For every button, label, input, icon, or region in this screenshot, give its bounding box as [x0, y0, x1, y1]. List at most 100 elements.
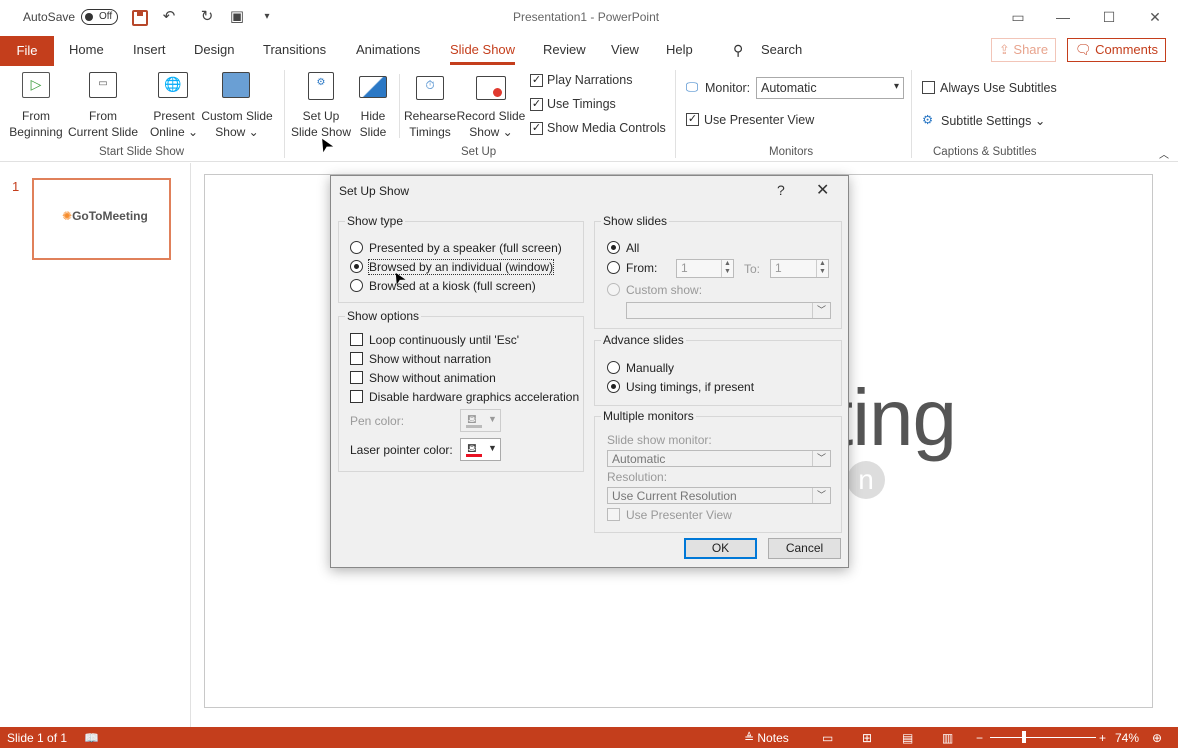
- slide-sorter-icon[interactable]: ⊞: [862, 731, 872, 745]
- minimize-icon[interactable]: —: [1052, 6, 1074, 28]
- disable-hw-acceleration-label: Disable hardware graphics acceleration: [369, 390, 580, 404]
- multiple-monitors-legend: Multiple monitors: [601, 409, 696, 423]
- present-online-button[interactable]: 🌐 Present Online ⌄: [146, 70, 202, 142]
- dialog-presenter-view-label: Use Presenter View: [626, 508, 732, 522]
- tell-me-search[interactable]: Search: [761, 42, 802, 57]
- ribbon-tabs: File Home Insert Design Transitions Anim…: [0, 34, 1178, 66]
- advance-slides-group: Advance slides Manually Using timings, i…: [594, 333, 842, 406]
- from-beginning-label-1: From: [22, 109, 50, 123]
- setup-label-1: Set Up: [302, 109, 340, 123]
- show-without-narration-checkbox[interactable]: [350, 352, 363, 365]
- from-current-slide-button[interactable]: ▭ From Current Slide: [66, 70, 140, 142]
- share-label: Share: [1013, 42, 1049, 57]
- from-beginning-button[interactable]: ▷ From Beginning: [4, 70, 68, 142]
- laser-pointer-color-button[interactable]: ⛾ ▼: [460, 438, 501, 461]
- tab-design[interactable]: Design: [194, 42, 234, 57]
- show-type-legend: Show type: [345, 214, 406, 228]
- zoom-slider-thumb[interactable]: [1022, 731, 1026, 743]
- always-use-subtitles-label: Always Use Subtitles: [940, 81, 1057, 95]
- accessibility-icon[interactable]: 📖: [84, 731, 99, 745]
- share-button[interactable]: ⇪ Share: [991, 38, 1056, 62]
- tab-home[interactable]: Home: [69, 42, 104, 57]
- set-up-slide-show-button[interactable]: ⚙ Set Up Slide Show: [290, 70, 352, 142]
- all-slides-label: All: [626, 241, 640, 255]
- zoom-in-icon[interactable]: +: [1099, 731, 1106, 745]
- slide-logo-text: ting: [831, 373, 957, 462]
- tab-insert[interactable]: Insert: [133, 42, 166, 57]
- autosave-toggle[interactable]: Off: [81, 9, 118, 25]
- radio-custom-show: [607, 283, 620, 296]
- radio-browsed-at-kiosk[interactable]: [350, 279, 363, 292]
- zoom-out-icon[interactable]: −: [976, 731, 983, 745]
- tab-slide-show[interactable]: Slide Show: [450, 42, 516, 65]
- tab-view[interactable]: View: [611, 42, 639, 57]
- gotomeeting-gear-icon: ✺: [62, 209, 73, 223]
- radio-browsed-by-individual[interactable]: [350, 260, 363, 273]
- radio-from-slide[interactable]: [607, 261, 620, 274]
- manually-label: Manually: [626, 361, 675, 375]
- slide-show-monitor-select: Automatic ﹀: [607, 450, 831, 467]
- subtitle-settings-button[interactable]: Subtitle Settings ⌄: [941, 113, 1045, 128]
- loop-continuously-checkbox[interactable]: [350, 333, 363, 346]
- present-online-label-1: Present: [153, 109, 195, 123]
- from-label: From:: [626, 261, 658, 275]
- zoom-level[interactable]: 74%: [1115, 731, 1139, 745]
- notes-button[interactable]: ≜ Notes: [744, 731, 789, 745]
- custom-slide-show-button[interactable]: Custom Slide Show ⌄: [200, 70, 274, 142]
- present-online-label-2: Online ⌄: [149, 125, 199, 139]
- cancel-button[interactable]: Cancel: [768, 538, 841, 559]
- rehearse-timings-button[interactable]: ⏱ Rehearse Timings: [402, 70, 458, 142]
- normal-view-icon[interactable]: ▭: [822, 731, 833, 745]
- tab-help[interactable]: Help: [666, 42, 693, 57]
- radio-using-timings[interactable]: [607, 380, 620, 393]
- disable-hw-acceleration-checkbox[interactable]: [350, 390, 363, 403]
- using-timings-label: Using timings, if present: [626, 380, 755, 394]
- chevron-down-icon: ▼: [488, 443, 497, 453]
- tab-review[interactable]: Review: [543, 42, 586, 57]
- use-presenter-view-checkbox[interactable]: ✓: [686, 113, 699, 126]
- title-bar: AutoSave Off ↶ ↻ ▣ ▾ Presentation1 - Pow…: [0, 0, 1178, 34]
- to-slide-spinner: 1 ▲ ▼: [770, 259, 829, 278]
- radio-manually[interactable]: [607, 361, 620, 374]
- radio-all-slides[interactable]: [607, 241, 620, 254]
- start-from-beginning-icon[interactable]: ▣: [228, 8, 246, 26]
- monitors-group-label: Monitors: [769, 146, 814, 158]
- search-icon[interactable]: ⚲: [733, 42, 743, 59]
- slide-thumbnail[interactable]: ✺GoToMeeting: [32, 178, 171, 260]
- monitor-select[interactable]: Automatic ▾: [756, 77, 904, 99]
- collapse-ribbon-icon[interactable]: ︿: [1159, 146, 1169, 161]
- radio-presented-by-speaker[interactable]: [350, 241, 363, 254]
- comments-button[interactable]: 🗨 Comments: [1067, 38, 1166, 62]
- monitor-label: Monitor:: [705, 81, 751, 95]
- slide-logo-badge: n: [847, 461, 885, 499]
- tab-animations[interactable]: Animations: [356, 42, 420, 57]
- customize-qat-icon[interactable]: ▾: [258, 8, 276, 26]
- always-use-subtitles-checkbox[interactable]: [922, 81, 935, 94]
- tab-file[interactable]: File: [0, 36, 54, 66]
- use-timings-checkbox[interactable]: ✓: [530, 98, 543, 111]
- record-slide-show-button[interactable]: Record Slide Show ⌄: [456, 70, 526, 142]
- hide-slide-button[interactable]: Hide Slide: [352, 70, 394, 142]
- slide-number: 1: [12, 179, 20, 194]
- undo-icon[interactable]: ↶: [160, 8, 178, 26]
- help-icon[interactable]: ?: [777, 182, 785, 198]
- reading-view-icon[interactable]: ▤: [902, 731, 913, 745]
- zoom-slider-track[interactable]: [990, 737, 1096, 738]
- close-icon[interactable]: ✕: [816, 180, 829, 200]
- comments-label: Comments: [1095, 42, 1158, 57]
- fit-to-window-icon[interactable]: ⊕: [1152, 731, 1162, 745]
- slide-show-monitor-value: Automatic: [612, 452, 666, 466]
- show-without-animation-checkbox[interactable]: [350, 371, 363, 384]
- record-icon: [476, 76, 506, 100]
- show-media-controls-checkbox[interactable]: ✓: [530, 122, 543, 135]
- play-from-current-icon: ▭: [89, 72, 117, 98]
- tab-transitions[interactable]: Transitions: [263, 42, 326, 57]
- save-icon[interactable]: [132, 10, 148, 26]
- ribbon-display-options-icon[interactable]: ▭: [1007, 6, 1029, 28]
- ok-button[interactable]: OK: [684, 538, 757, 559]
- play-narrations-checkbox[interactable]: ✓: [530, 74, 543, 87]
- slide-show-view-icon[interactable]: ▥: [942, 731, 953, 745]
- close-window-icon[interactable]: ✕: [1144, 6, 1166, 28]
- maximize-icon[interactable]: ☐: [1098, 6, 1120, 28]
- redo-icon[interactable]: ↻: [198, 8, 216, 26]
